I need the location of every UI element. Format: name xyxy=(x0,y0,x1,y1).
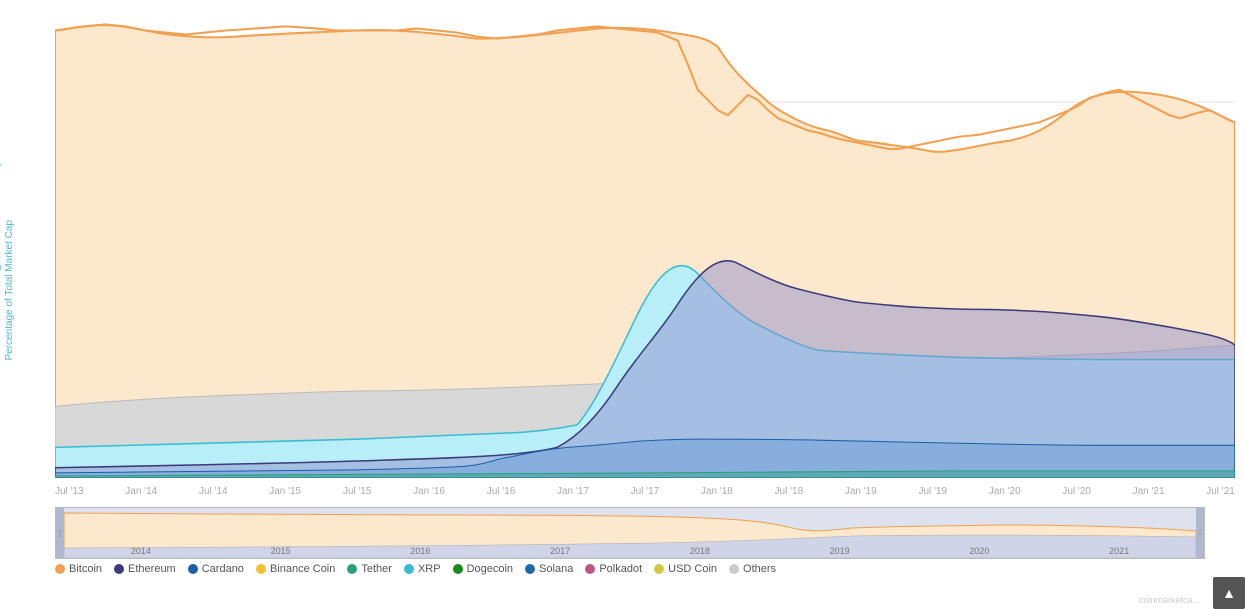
legend-dot-cardano xyxy=(188,564,198,574)
legend-dot-solana xyxy=(525,564,535,574)
mini-handle-right[interactable]: ⋮ xyxy=(1196,508,1204,558)
x-label: Jan '19 xyxy=(845,486,877,497)
legend-dot-usdcoin xyxy=(654,564,664,574)
x-label: Jul '18 xyxy=(775,486,804,497)
legend-label-tether: Tether xyxy=(361,563,392,575)
x-label: Jul '14 xyxy=(199,486,228,497)
mini-year-labels: 2014 2015 2016 2017 2018 2019 2020 2021 xyxy=(71,546,1189,556)
legend-item-bitcoin: Bitcoin xyxy=(55,563,102,575)
x-axis-labels: Jul '13 Jan '14 Jul '14 Jan '15 Jul '15 … xyxy=(55,486,1235,497)
legend-label-xrp: XRP xyxy=(418,563,441,575)
legend-dot-ethereum xyxy=(114,564,124,574)
x-label: Jan '14 xyxy=(125,486,157,497)
mini-year-label: 2018 xyxy=(690,546,710,556)
x-label: Jul '15 xyxy=(343,486,372,497)
legend-item-dogecoin: Dogecoin xyxy=(453,563,513,575)
legend-label-dogecoin: Dogecoin xyxy=(467,563,513,575)
x-label: Jan '18 xyxy=(701,486,733,497)
x-label: Jul '16 xyxy=(487,486,516,497)
mini-year-label: 2014 xyxy=(131,546,151,556)
y-axis-label: Percentage of Total Market Cap xyxy=(4,220,15,360)
legend-dot-tether xyxy=(347,564,357,574)
legend-label-solana: Solana xyxy=(539,563,573,575)
y-axis-label: Percentage of Total Market Cap xyxy=(0,160,2,315)
main-chart: Percentage of Total Market Cap xyxy=(0,0,1245,505)
mini-year-label: 2019 xyxy=(830,546,850,556)
legend-label-usdcoin: USD Coin xyxy=(668,563,717,575)
legend: Bitcoin Ethereum Cardano Binance Coin Te… xyxy=(55,563,1195,575)
main-svg: 80% 60% 40% 20% 0% xyxy=(55,8,1235,478)
mini-handle-left[interactable]: ⋮ xyxy=(56,508,64,558)
legend-item-solana: Solana xyxy=(525,563,573,575)
legend-label-others: Others xyxy=(743,563,776,575)
x-label: Jan '21 xyxy=(1133,486,1165,497)
legend-item-ethereum: Ethereum xyxy=(114,563,176,575)
bottom-section: ⋮ ⋮ 2014 2015 2016 2017 2018 2019 2020 2… xyxy=(0,505,1245,609)
scroll-up-button[interactable]: ▲ xyxy=(1213,577,1245,609)
mini-year-label: 2020 xyxy=(969,546,989,556)
legend-label-cardano: Cardano xyxy=(202,563,244,575)
legend-item-polkadot: Polkadot xyxy=(585,563,642,575)
legend-label-bitcoin: Bitcoin xyxy=(69,563,102,575)
x-label: Jan '15 xyxy=(269,486,301,497)
x-label: Jul '19 xyxy=(918,486,947,497)
x-label: Jul '13 xyxy=(55,486,84,497)
legend-dot-polkadot xyxy=(585,564,595,574)
legend-item-binancecoin: Binance Coin xyxy=(256,563,335,575)
x-label: Jan '20 xyxy=(989,486,1021,497)
legend-dot-bitcoin xyxy=(55,564,65,574)
mini-year-label: 2021 xyxy=(1109,546,1129,556)
legend-label-binancecoin: Binance Coin xyxy=(270,563,335,575)
x-label: Jul '20 xyxy=(1062,486,1091,497)
legend-dot-binancecoin xyxy=(256,564,266,574)
x-label: Jul '17 xyxy=(631,486,660,497)
chart-container: Percentage of Total Market Cap xyxy=(0,0,1245,609)
legend-label-ethereum: Ethereum xyxy=(128,563,176,575)
legend-label-polkadot: Polkadot xyxy=(599,563,642,575)
legend-item-xrp: XRP xyxy=(404,563,441,575)
legend-dot-xrp xyxy=(404,564,414,574)
legend-item-tether: Tether xyxy=(347,563,392,575)
watermark: coinmarketca... xyxy=(1139,595,1200,605)
legend-item-usdcoin: USD Coin xyxy=(654,563,717,575)
legend-item-others: Others xyxy=(729,563,776,575)
legend-item-cardano: Cardano xyxy=(188,563,244,575)
mini-year-label: 2015 xyxy=(271,546,291,556)
x-label: Jan '17 xyxy=(557,486,589,497)
x-label: Jan '16 xyxy=(413,486,445,497)
legend-dot-others xyxy=(729,564,739,574)
mini-year-label: 2017 xyxy=(550,546,570,556)
mini-chart[interactable]: ⋮ ⋮ 2014 2015 2016 2017 2018 2019 2020 2… xyxy=(55,507,1205,559)
x-label: Jul '21 xyxy=(1206,486,1235,497)
legend-dot-dogecoin xyxy=(453,564,463,574)
mini-year-label: 2016 xyxy=(410,546,430,556)
